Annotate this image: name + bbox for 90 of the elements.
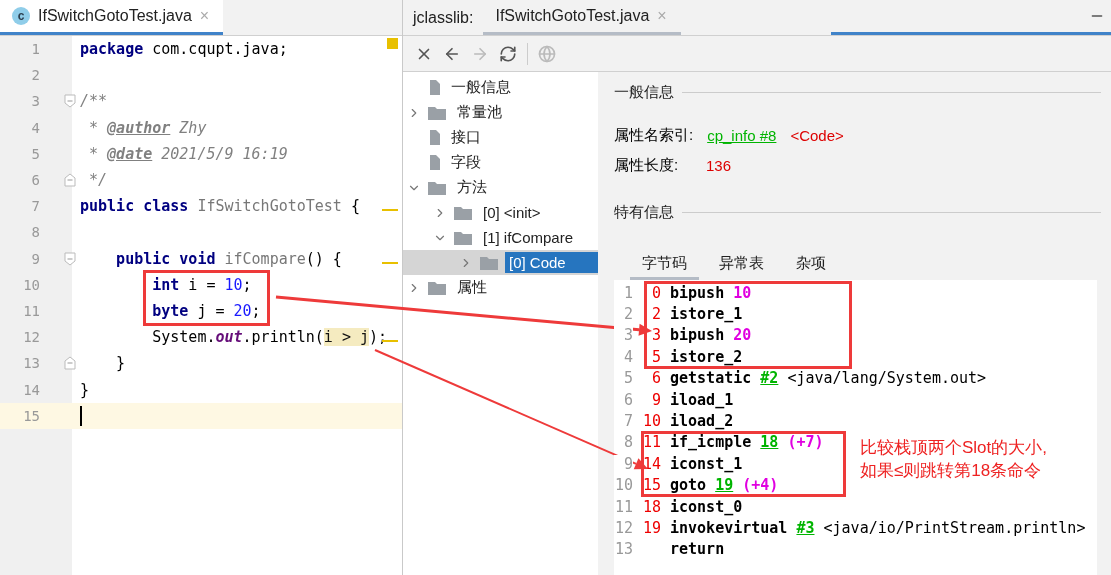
code-line: * @date 2021/5/9 16:19: [88, 144, 288, 163]
warning-marker: [382, 209, 398, 212]
code-line: /**: [79, 92, 108, 111]
tree-item[interactable]: 常量池: [453, 101, 506, 124]
bytecode-offset: 6: [650, 369, 661, 388]
code-line: package com.cqupt.java;: [79, 40, 288, 59]
line-number: 11: [22, 302, 40, 319]
line-number: 14: [22, 381, 40, 398]
line-number: 4: [30, 119, 40, 136]
tool-window-label: jclasslib:: [411, 7, 475, 28]
tree-item[interactable]: 字段: [447, 151, 485, 174]
bytecode-offset: 10: [641, 412, 661, 431]
tree-item[interactable]: 接口: [447, 126, 485, 149]
bytecode-offset: 0: [650, 283, 661, 302]
bytecode-offset: 11: [641, 433, 661, 452]
field-value: <Code>: [790, 126, 844, 144]
code-line: int i = 10;: [151, 275, 252, 294]
field-label: 属性长度:: [614, 155, 680, 175]
warning-marker: [382, 340, 398, 343]
bytecode-instruction: return: [669, 540, 725, 559]
bytecode-instruction: iconst_0: [669, 497, 743, 516]
line-number: 1: [30, 41, 40, 58]
code-line: }: [79, 380, 90, 399]
bytecode-offset: 14: [641, 454, 661, 473]
tree-item[interactable]: [0] Code: [505, 252, 598, 273]
warning-marker: [382, 261, 398, 264]
file-icon: [427, 154, 441, 171]
line-number: 8: [30, 224, 40, 241]
bytecode-offset: 18: [641, 497, 661, 516]
viewer-tab[interactable]: IfSwitchGotoTest.java ×: [483, 0, 681, 35]
refresh-icon[interactable]: [499, 44, 517, 63]
text-caret: [80, 405, 82, 426]
folder-icon: [479, 254, 499, 271]
bytecode-offset: 19: [641, 519, 661, 537]
tree-item[interactable]: [1] ifCompare: [479, 227, 578, 248]
file-icon: [427, 129, 441, 146]
annotation-note: 比较栈顶两个Slot的大小, 如果≤则跳转第18条命令: [860, 436, 1048, 482]
tab[interactable]: 异常表: [707, 248, 776, 280]
bytecode-instruction: iload_2: [669, 412, 734, 431]
bytecode-offset: 3: [650, 326, 661, 345]
bytecode-instruction: goto 19 (+4): [669, 476, 779, 495]
tree-item[interactable]: 属性: [453, 276, 491, 299]
folder-icon: [427, 179, 447, 196]
code-line: public class IfSwitchGotoTest {: [79, 197, 360, 216]
section-title: 一般信息: [614, 82, 674, 102]
line-number: 15: [22, 407, 40, 424]
folder-icon: [427, 104, 447, 121]
bytecode-offset: 15: [641, 476, 661, 495]
folder-icon: [453, 204, 473, 221]
line-number: 3: [30, 93, 40, 110]
tree-item[interactable]: 一般信息: [447, 76, 515, 99]
bytecode-instruction: iconst_1: [669, 454, 743, 473]
code-line: * @author Zhy: [88, 118, 207, 137]
editor-tab[interactable]: c IfSwitchGotoTest.java ×: [0, 0, 224, 35]
line-number: 5: [30, 145, 40, 162]
tab[interactable]: 杂项: [784, 248, 838, 280]
fold-start-icon[interactable]: [64, 251, 76, 266]
field-label: 属性名索引:: [614, 125, 694, 145]
bytecode-offset: 2: [650, 305, 661, 324]
section-title: 特有信息: [614, 202, 674, 222]
bytecode-instruction: bipush 10: [669, 283, 752, 302]
code-line: */: [88, 171, 108, 190]
class-icon: c: [12, 7, 30, 25]
code-line: public void ifCompare() {: [115, 249, 342, 268]
line-number: 12: [22, 329, 40, 346]
bytecode-instruction: iload_1: [669, 390, 734, 409]
bytecode-instruction: istore_2: [669, 347, 743, 366]
line-number: 2: [30, 67, 40, 84]
tree-item[interactable]: [0] <init>: [479, 202, 545, 223]
bytecode-instruction: bipush 20: [669, 326, 752, 345]
line-number: 6: [30, 172, 40, 189]
bytecode-instruction: if_icmple 18 (+7): [669, 433, 824, 452]
warning-marker: [387, 38, 398, 49]
fold-start-icon[interactable]: [64, 94, 76, 109]
bytecode-offset: 5: [650, 347, 661, 366]
line-number: 10: [22, 276, 40, 293]
folder-icon: [453, 229, 473, 246]
bytecode-instruction: getstatic #2 <java/lang/System.out>: [669, 369, 987, 388]
tree-item[interactable]: 方法: [453, 176, 491, 199]
bytecode-instruction: istore_1: [669, 305, 743, 324]
line-number: 9: [30, 250, 40, 267]
file-icon: [427, 79, 441, 96]
bytecode-offset: 9: [650, 390, 661, 409]
field-value: 136: [706, 156, 732, 174]
code-line: }: [115, 354, 126, 373]
line-number: 13: [22, 355, 40, 372]
line-number: 7: [30, 198, 40, 215]
folder-icon: [427, 279, 447, 296]
bytecode-instruction: invokevirtual #3 <java/io/PrintStream.println>: [669, 519, 1086, 537]
code-line: byte j = 20;: [151, 301, 261, 320]
